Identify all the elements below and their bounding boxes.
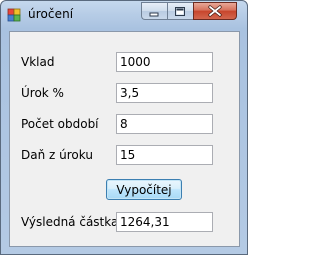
calculate-button[interactable]: Vypočítej (106, 179, 182, 200)
periods-label: Počet období (21, 117, 99, 131)
app-window: úročení Vklad Úrok % Počet období (0, 0, 248, 255)
periods-input[interactable] (116, 114, 213, 134)
app-icon (7, 8, 21, 22)
interest-tax-input[interactable] (116, 145, 213, 165)
maximize-button[interactable] (167, 2, 193, 20)
client-area: Vklad Úrok % Počet období Daň z úroku Vy… (9, 31, 240, 247)
window-title: úročení (28, 7, 74, 21)
deposit-input[interactable] (116, 52, 213, 72)
close-button[interactable] (193, 2, 237, 20)
interest-rate-label: Úrok % (21, 86, 64, 100)
close-icon (208, 5, 222, 17)
result-label: Výsledná částka (21, 215, 119, 229)
title-bar[interactable]: úročení (1, 1, 247, 29)
deposit-label: Vklad (21, 55, 55, 69)
interest-rate-input[interactable] (116, 83, 213, 103)
minimize-icon (149, 12, 159, 17)
interest-tax-label: Daň z úroku (21, 148, 93, 162)
result-field[interactable] (116, 212, 213, 232)
minimize-button[interactable] (141, 2, 167, 20)
maximize-icon (175, 7, 185, 16)
